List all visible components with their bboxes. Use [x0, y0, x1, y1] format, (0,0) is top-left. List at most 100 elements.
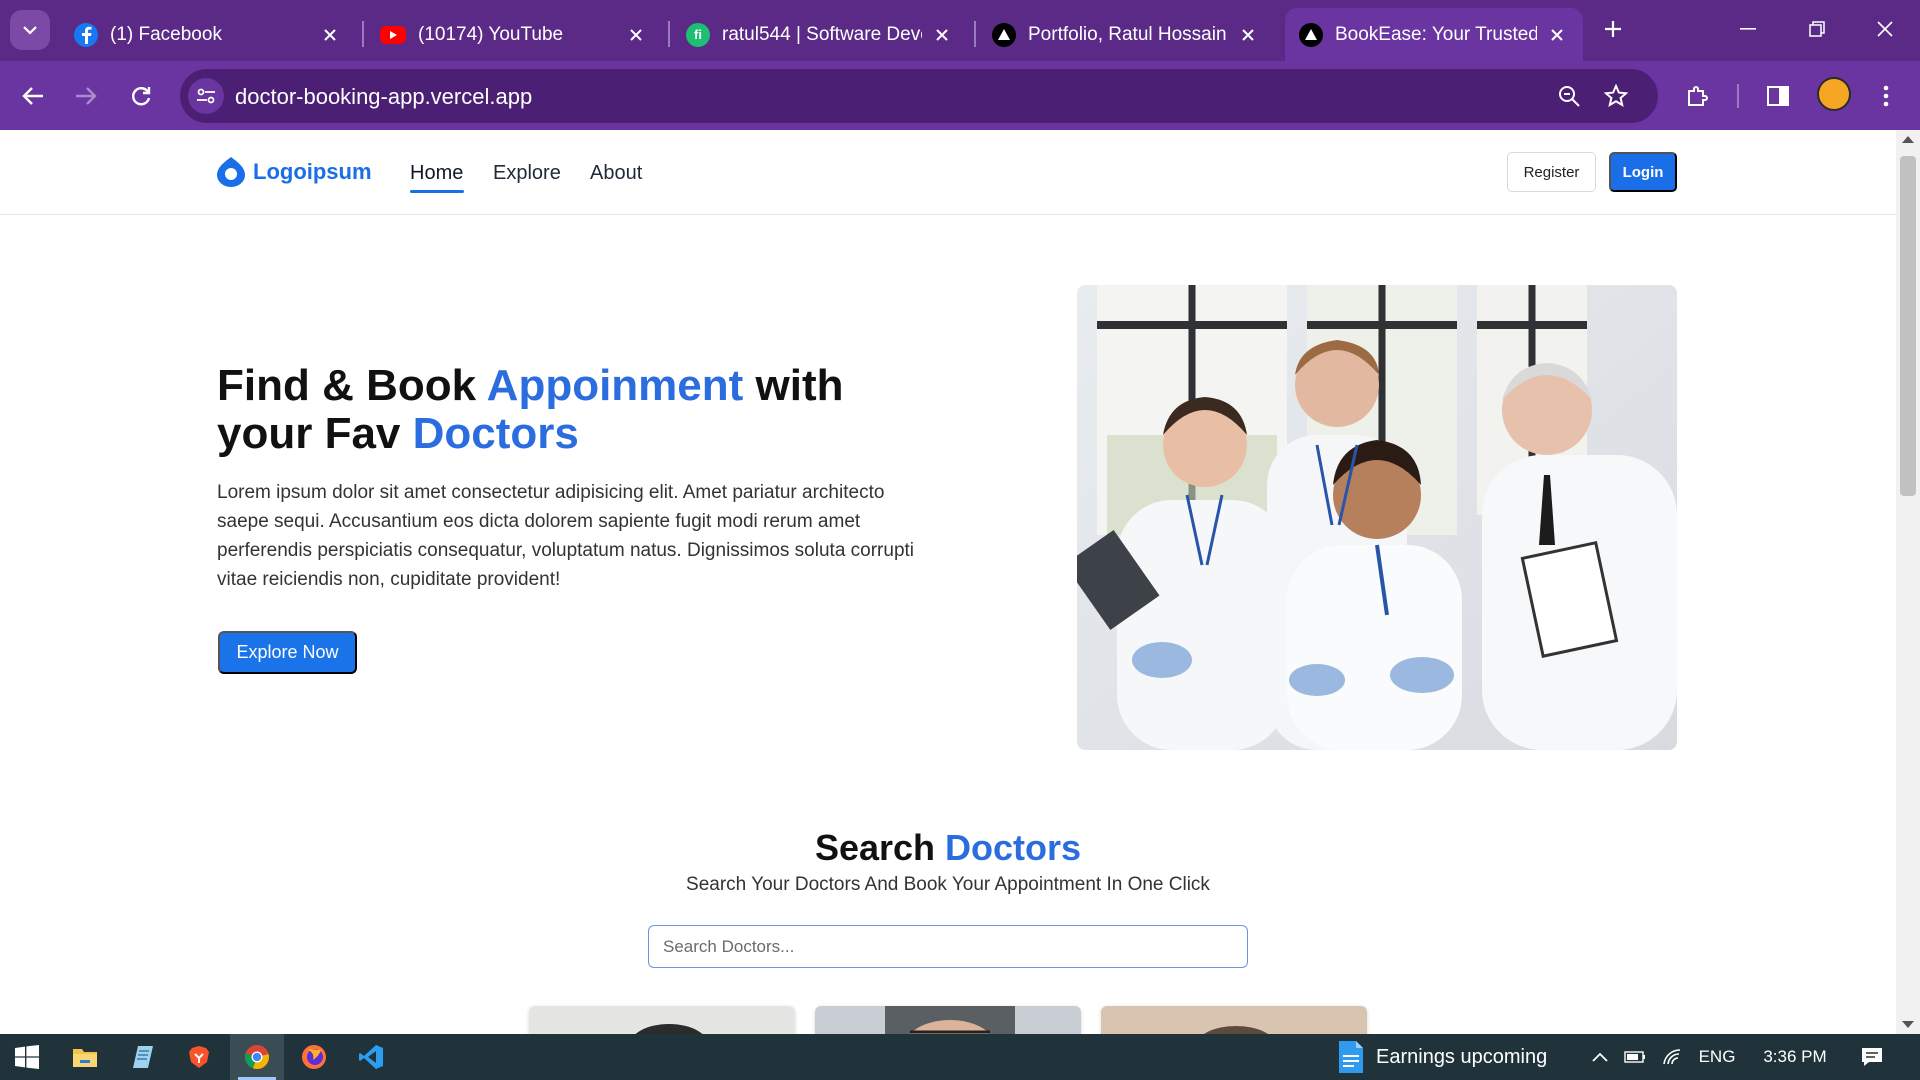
browser-toolbar: doctor-booking-app.vercel.app: [0, 61, 1920, 130]
notepad-icon: [133, 1046, 153, 1068]
battery-indicator[interactable]: [1620, 1034, 1650, 1080]
url-text: doctor-booking-app.vercel.app: [235, 84, 533, 109]
toolbar-divider: [1737, 84, 1739, 108]
bookmark-star-icon[interactable]: [1602, 82, 1630, 110]
address-bar[interactable]: doctor-booking-app.vercel.app: [180, 69, 1658, 123]
hero-doctors-image: [1077, 285, 1677, 750]
browser-tab-strip: (1) Facebook (10174) YouTube fi ratul544…: [0, 0, 1920, 61]
search-title-text: Search: [814, 827, 946, 868]
restore-icon: [1809, 21, 1825, 37]
notification-icon: [1862, 1048, 1882, 1066]
login-button[interactable]: Login: [1609, 152, 1677, 192]
close-icon[interactable]: [930, 23, 954, 47]
nav-active-indicator: [410, 190, 464, 193]
tab-facebook[interactable]: (1) Facebook: [60, 8, 356, 61]
wifi-indicator[interactable]: [1657, 1034, 1687, 1080]
explore-now-button[interactable]: Explore Now: [218, 631, 357, 674]
tab-fiverr[interactable]: fi ratul544 | Software Devel: [672, 8, 968, 61]
firefox-icon: [302, 1045, 326, 1069]
search-section-title: Search Doctors: [0, 827, 1896, 869]
arrow-left-icon: [22, 87, 43, 105]
close-icon[interactable]: [318, 23, 342, 47]
windows-icon: [15, 1045, 39, 1069]
reload-button[interactable]: [123, 78, 159, 114]
brave-icon: [189, 1046, 209, 1068]
tab-title: Portfolio, Ratul Hossain: [1028, 23, 1227, 45]
hero-title-highlight: Appoinment: [486, 361, 744, 410]
menu-button[interactable]: [1868, 78, 1904, 114]
file-explorer-button[interactable]: [58, 1034, 112, 1080]
tune-icon: [197, 88, 215, 104]
vscode-button[interactable]: [344, 1034, 398, 1080]
fiverr-icon: fi: [686, 22, 710, 47]
notifications-button[interactable]: [1855, 1034, 1889, 1080]
tab-separator: [362, 21, 364, 47]
restore-button[interactable]: [1802, 14, 1832, 44]
chevron-down-icon: [23, 26, 37, 35]
hero-title-text: Find & Book: [217, 361, 487, 410]
back-button[interactable]: [15, 78, 51, 114]
side-panel-button[interactable]: [1760, 78, 1796, 114]
close-icon[interactable]: [1545, 23, 1569, 47]
chrome-icon: [244, 1045, 269, 1069]
reload-icon: [132, 87, 151, 106]
doctor-card[interactable]: [1101, 1006, 1367, 1034]
tab-title: BookEase: Your Trusted D: [1335, 23, 1537, 45]
firefox-button[interactable]: [287, 1034, 341, 1080]
logo-icon: [217, 157, 245, 187]
search-doctors-input[interactable]: [648, 925, 1248, 968]
chevron-up-icon: [1592, 1052, 1608, 1062]
doctor-card[interactable]: [815, 1006, 1081, 1034]
chrome-button[interactable]: [230, 1034, 284, 1080]
search-section-subtitle: Search Your Doctors And Book Your Appoin…: [686, 874, 1210, 895]
tab-youtube[interactable]: (10174) YouTube: [366, 8, 662, 61]
tab-search-button[interactable]: [10, 10, 50, 50]
vercel-icon: [992, 22, 1016, 47]
close-icon[interactable]: [624, 23, 648, 47]
forward-button[interactable]: [68, 78, 104, 114]
notepad-button[interactable]: [116, 1034, 170, 1080]
close-window-button[interactable]: [1870, 14, 1900, 44]
side-panel-icon: [1767, 86, 1789, 106]
scroll-up-icon[interactable]: [1902, 136, 1914, 143]
clock[interactable]: 3:36 PM: [1750, 1034, 1840, 1080]
brave-button[interactable]: [172, 1034, 226, 1080]
close-icon: [1877, 21, 1893, 37]
news-widget[interactable]: Earnings upcoming: [1338, 1034, 1547, 1080]
register-button[interactable]: Register: [1507, 152, 1596, 192]
site-logo[interactable]: Logoipsum: [217, 157, 372, 187]
nav-about[interactable]: About: [590, 162, 642, 185]
wifi-icon: [1663, 1049, 1681, 1065]
hero-title: Find & Book Appoinment with your Fav Doc…: [217, 362, 917, 458]
tab-separator: [974, 21, 976, 47]
tab-portfolio[interactable]: Portfolio, Ratul Hossain: [978, 8, 1274, 61]
page-viewport: Logoipsum Home Explore About Register Lo…: [0, 130, 1920, 1034]
document-icon: [1339, 1041, 1363, 1073]
puzzle-icon: [1688, 86, 1708, 106]
page-scrollbar[interactable]: [1896, 130, 1920, 1034]
search-title-highlight: Doctors: [945, 827, 1082, 868]
doctor-card[interactable]: [529, 1006, 795, 1034]
arrow-right-icon: [76, 87, 97, 105]
tab-bookease[interactable]: BookEase: Your Trusted D: [1285, 8, 1583, 61]
scrollbar-thumb[interactable]: [1900, 156, 1916, 496]
start-button[interactable]: [0, 1034, 54, 1080]
nav-home[interactable]: Home: [410, 162, 463, 185]
site-header: Logoipsum Home Explore About Register Lo…: [0, 130, 1896, 215]
extensions-button[interactable]: [1680, 78, 1716, 114]
more-vertical-icon: [1883, 85, 1889, 107]
show-hidden-icons-button[interactable]: [1585, 1034, 1615, 1080]
minimize-button[interactable]: [1733, 14, 1763, 44]
language-indicator[interactable]: ENG: [1693, 1034, 1741, 1080]
zoom-icon[interactable]: [1556, 83, 1582, 109]
nav-explore[interactable]: Explore: [493, 162, 561, 185]
scroll-down-icon[interactable]: [1902, 1021, 1914, 1028]
close-icon[interactable]: [1236, 23, 1260, 47]
plus-icon: [1605, 21, 1621, 37]
tab-title: ratul544 | Software Devel: [722, 23, 922, 45]
new-tab-button[interactable]: [1598, 14, 1628, 44]
site-info-button[interactable]: [188, 78, 224, 114]
profile-avatar[interactable]: [1817, 77, 1851, 111]
folder-icon: [73, 1049, 97, 1067]
vscode-icon: [359, 1045, 383, 1069]
